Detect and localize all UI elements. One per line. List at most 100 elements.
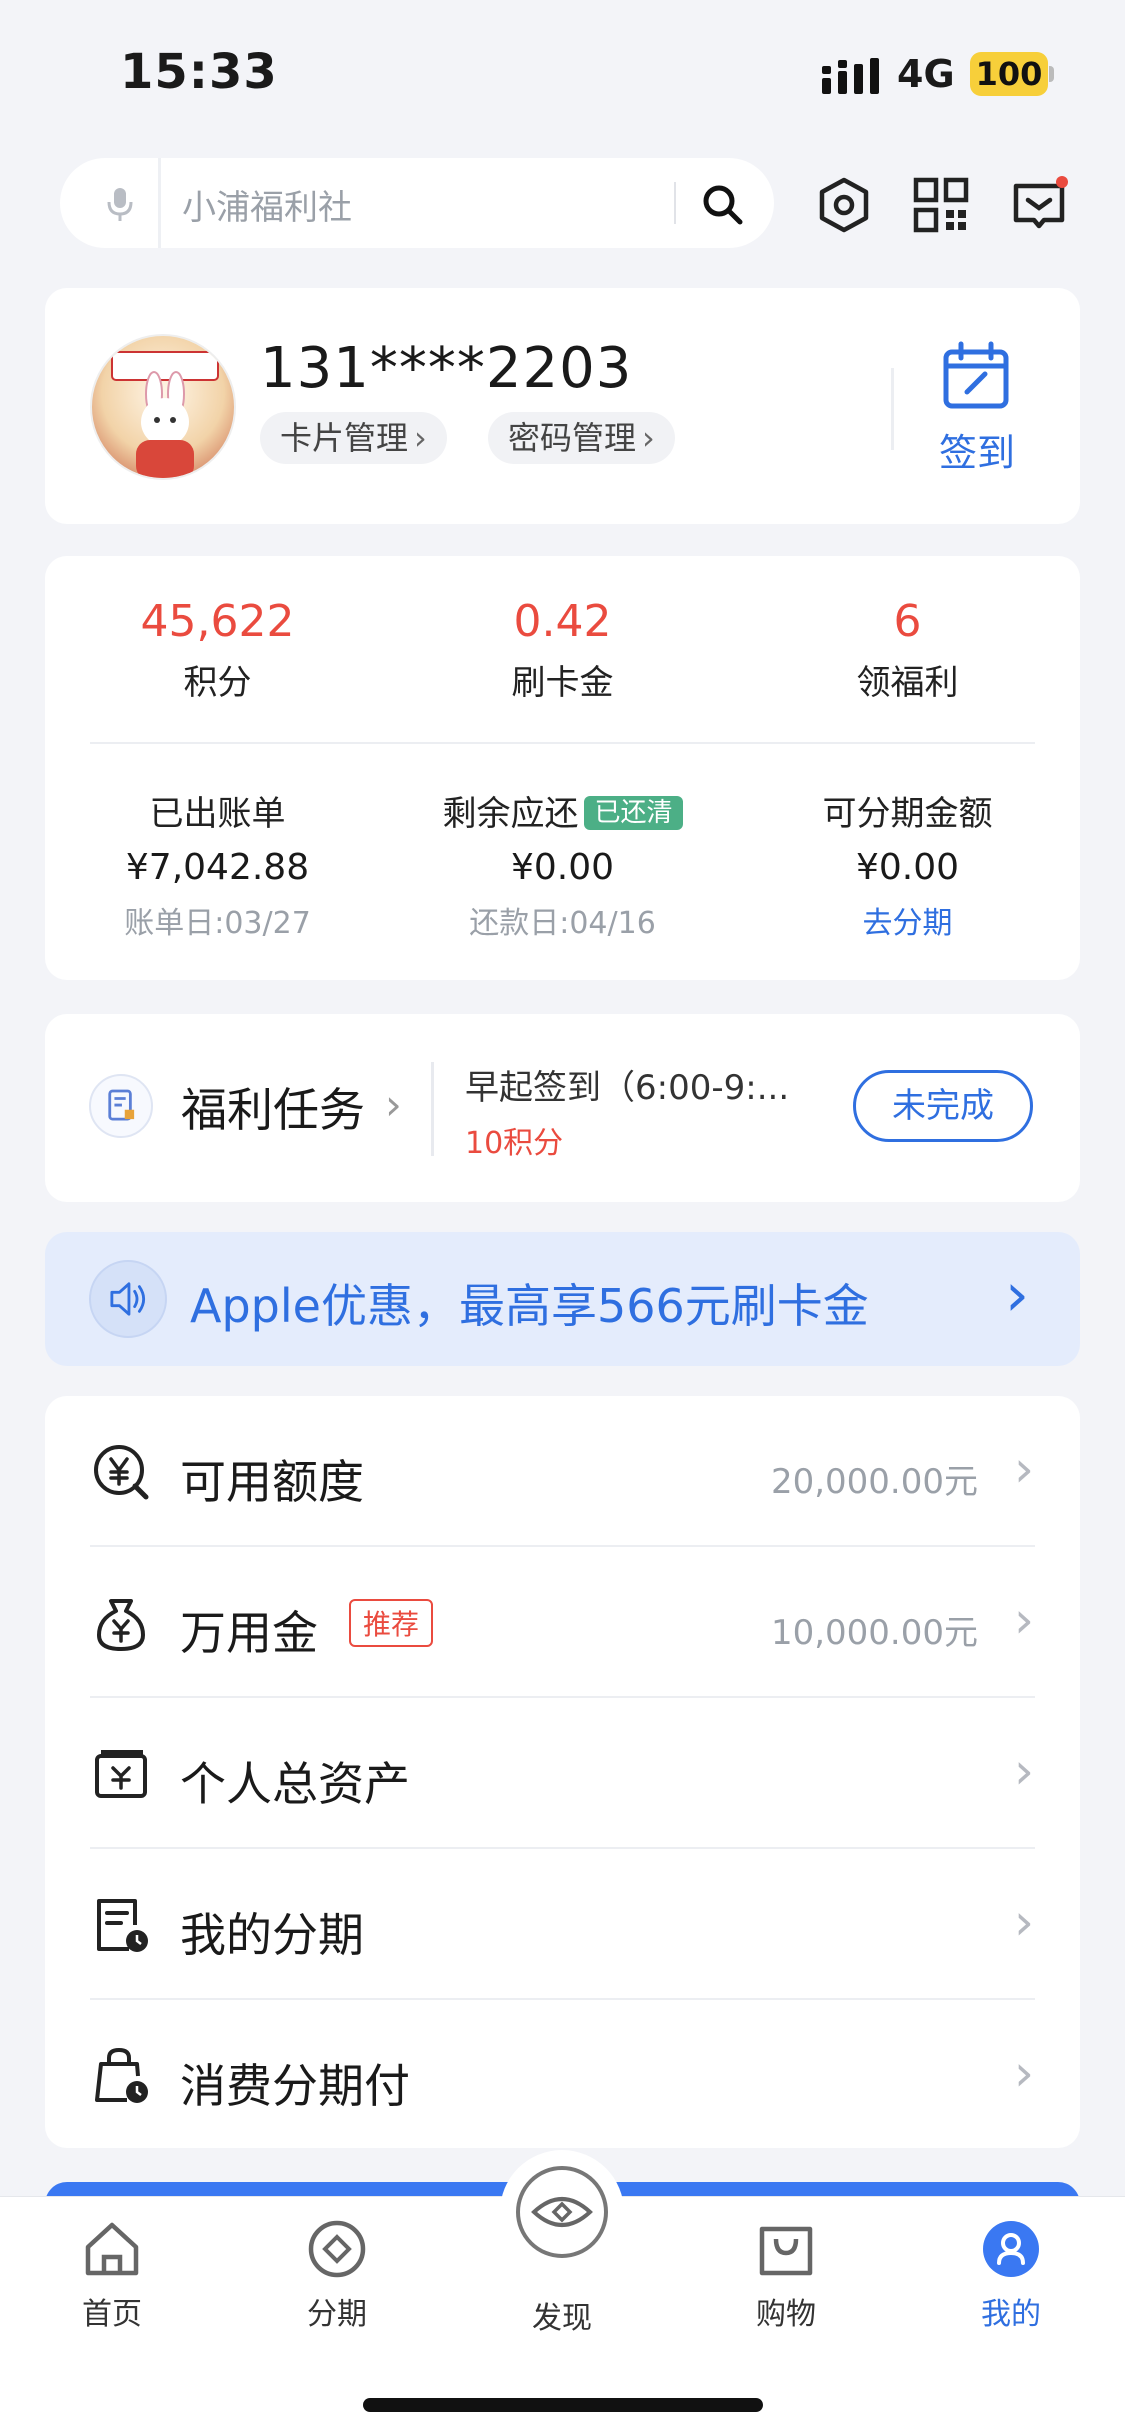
- shopping-bag-icon: [759, 2226, 813, 2276]
- profile-card: 131****2203 卡片管理 › 密码管理 › 签到: [45, 288, 1080, 524]
- status-time: 15:33: [120, 44, 278, 100]
- chevron-right-icon: ›: [1014, 2044, 1034, 2102]
- tab-installment[interactable]: 分期: [257, 2217, 417, 2333]
- points-value: 45,622: [140, 596, 295, 647]
- speaker-icon: [89, 1260, 167, 1338]
- settings-hexagon-icon[interactable]: [815, 176, 873, 234]
- document-clock-icon: [97, 1899, 148, 1952]
- money-bag-icon: [97, 1599, 145, 1651]
- search-bar[interactable]: 小浦福利社: [60, 158, 774, 248]
- battery-tip: [1049, 66, 1054, 82]
- benefits-label: 领福利: [856, 663, 959, 703]
- home-indicator: [363, 2398, 763, 2412]
- menu-item-available-credit[interactable]: 可用额度 20,000.00元 ›: [45, 1396, 1080, 1547]
- search-divider: [674, 182, 676, 224]
- avatar[interactable]: [90, 334, 236, 480]
- repayment-date: 还款日:04/16: [469, 906, 656, 941]
- card-manage-label: 卡片管理: [280, 419, 409, 457]
- shopping-bag-clock-icon: [95, 2047, 148, 2103]
- statement-date: 账单日:03/27: [124, 906, 311, 941]
- task-points: 10积分: [465, 1126, 564, 1161]
- statement-amount: ¥7,042.88: [125, 847, 310, 888]
- yen-coin-search-icon: [94, 1445, 149, 1500]
- menu-label: 我的分期: [180, 1908, 364, 1962]
- tab-label: 购物: [756, 2297, 816, 2332]
- network-type: 4G: [897, 52, 955, 96]
- remaining-title: 剩余应还: [442, 794, 579, 834]
- search-divider: [158, 158, 161, 248]
- benefit-tasks-card: 福利任务 › 早起签到（6:00-9:... 10积分 未完成: [45, 1014, 1080, 1202]
- tab-mine[interactable]: 我的: [931, 2217, 1091, 2333]
- chevron-right-icon: ›: [1014, 1591, 1034, 1649]
- menu-label: 可用额度: [180, 1455, 364, 1509]
- apple-promo-banner[interactable]: Apple优惠，最高享566元刷卡金 ›: [45, 1232, 1080, 1366]
- menu-value: 10,000.00元: [770, 1613, 978, 1653]
- chevron-right-icon: ›: [642, 419, 655, 457]
- eye-icon: [531, 2197, 593, 2227]
- paid-off-badge: 已还清: [584, 796, 683, 830]
- battery-indicator: 100: [970, 52, 1048, 96]
- diamond-circle-icon: [308, 2220, 366, 2278]
- installment-amount: ¥0.00: [855, 847, 960, 888]
- chevron-right-icon: ›: [1014, 1742, 1034, 1800]
- service-menu: 可用额度 20,000.00元 › 万用金 推荐 10,000.00元 › 个人…: [45, 1396, 1080, 2148]
- signin-button[interactable]: 签到: [939, 422, 1015, 477]
- recommended-badge: 推荐: [349, 1599, 434, 1647]
- menu-item-my-installments[interactable]: 我的分期 ›: [45, 1849, 1080, 2000]
- home-icon: [85, 2222, 139, 2276]
- remaining-amount: ¥0.00: [510, 847, 615, 888]
- installment-title: 可分期金额: [822, 794, 993, 834]
- tab-label: 我的: [981, 2297, 1041, 2332]
- divider: [891, 368, 894, 450]
- menu-value: 20,000.00元: [770, 1462, 978, 1502]
- user-icon: [983, 2221, 1039, 2277]
- qr-code-icon[interactable]: [912, 176, 970, 234]
- menu-item-universal-cash[interactable]: 万用金 推荐 10,000.00元 ›: [45, 1547, 1080, 1698]
- go-installment-link[interactable]: 去分期: [735, 898, 1080, 942]
- tab-shopping[interactable]: 购物: [706, 2217, 866, 2333]
- task-list-icon: [89, 1074, 153, 1138]
- remaining-due[interactable]: 剩余应还 已还清 ¥0.00 还款日:04/16: [390, 786, 735, 942]
- search-icon[interactable]: [698, 180, 748, 230]
- benefits-stat[interactable]: 6 领福利: [735, 596, 1080, 704]
- tab-label: 分期: [307, 2297, 367, 2332]
- tab-home[interactable]: 首页: [32, 2217, 192, 2333]
- divider: [431, 1062, 434, 1156]
- microphone-icon[interactable]: [100, 184, 140, 224]
- account-phone: 131****2203: [260, 336, 633, 401]
- chevron-right-icon: ›: [1014, 1440, 1034, 1498]
- divider: [90, 742, 1035, 744]
- tab-label: 首页: [82, 2297, 142, 2332]
- account-summary-card: 45,622 积分 0.42 刷卡金 6 领福利 已出账单 ¥7,042.88 …: [45, 556, 1080, 980]
- installment-available: 可分期金额 ¥0.00 去分期: [735, 786, 1080, 942]
- menu-item-total-assets[interactable]: 个人总资产 ›: [45, 1698, 1080, 1849]
- promo-text: Apple优惠，最高享566元刷卡金: [190, 1279, 869, 1333]
- card-cash-label: 刷卡金: [511, 663, 614, 703]
- points-stat[interactable]: 45,622 积分: [45, 596, 390, 704]
- task-name: 早起签到（6:00-9:...: [465, 1068, 790, 1108]
- search-input[interactable]: 小浦福利社: [182, 180, 352, 229]
- calendar-edit-icon[interactable]: [941, 340, 1011, 410]
- points-label: 积分: [183, 663, 252, 703]
- card-manage-button[interactable]: 卡片管理 ›: [260, 412, 447, 464]
- card-cash-stat[interactable]: 0.42 刷卡金: [390, 596, 735, 704]
- wallet-card-icon: [95, 1750, 147, 1798]
- rabbit-avatar-illustration: [111, 351, 219, 478]
- chevron-right-icon: ›: [414, 419, 427, 457]
- card-cash-value: 0.42: [513, 596, 612, 647]
- benefits-value: 6: [893, 596, 922, 647]
- password-manage-button[interactable]: 密码管理 ›: [488, 412, 675, 464]
- chevron-right-icon: ›: [1005, 1260, 1029, 1330]
- signal-icon: [822, 58, 879, 94]
- menu-item-consumer-installment[interactable]: 消费分期付 ›: [45, 2000, 1080, 2151]
- task-status-button[interactable]: 未完成: [853, 1070, 1033, 1142]
- discover-button[interactable]: [516, 2166, 608, 2258]
- menu-label: 消费分期付: [180, 2059, 410, 2113]
- benefit-tasks-title[interactable]: 福利任务: [181, 1074, 365, 1140]
- statement-bill[interactable]: 已出账单 ¥7,042.88 账单日:03/27: [45, 786, 390, 942]
- chevron-right-icon[interactable]: ›: [385, 1080, 402, 1129]
- tab-label: 发现: [532, 2301, 592, 2336]
- chevron-right-icon: ›: [1014, 1893, 1034, 1951]
- menu-label: 万用金: [180, 1606, 318, 1660]
- message-icon[interactable]: [1010, 176, 1068, 234]
